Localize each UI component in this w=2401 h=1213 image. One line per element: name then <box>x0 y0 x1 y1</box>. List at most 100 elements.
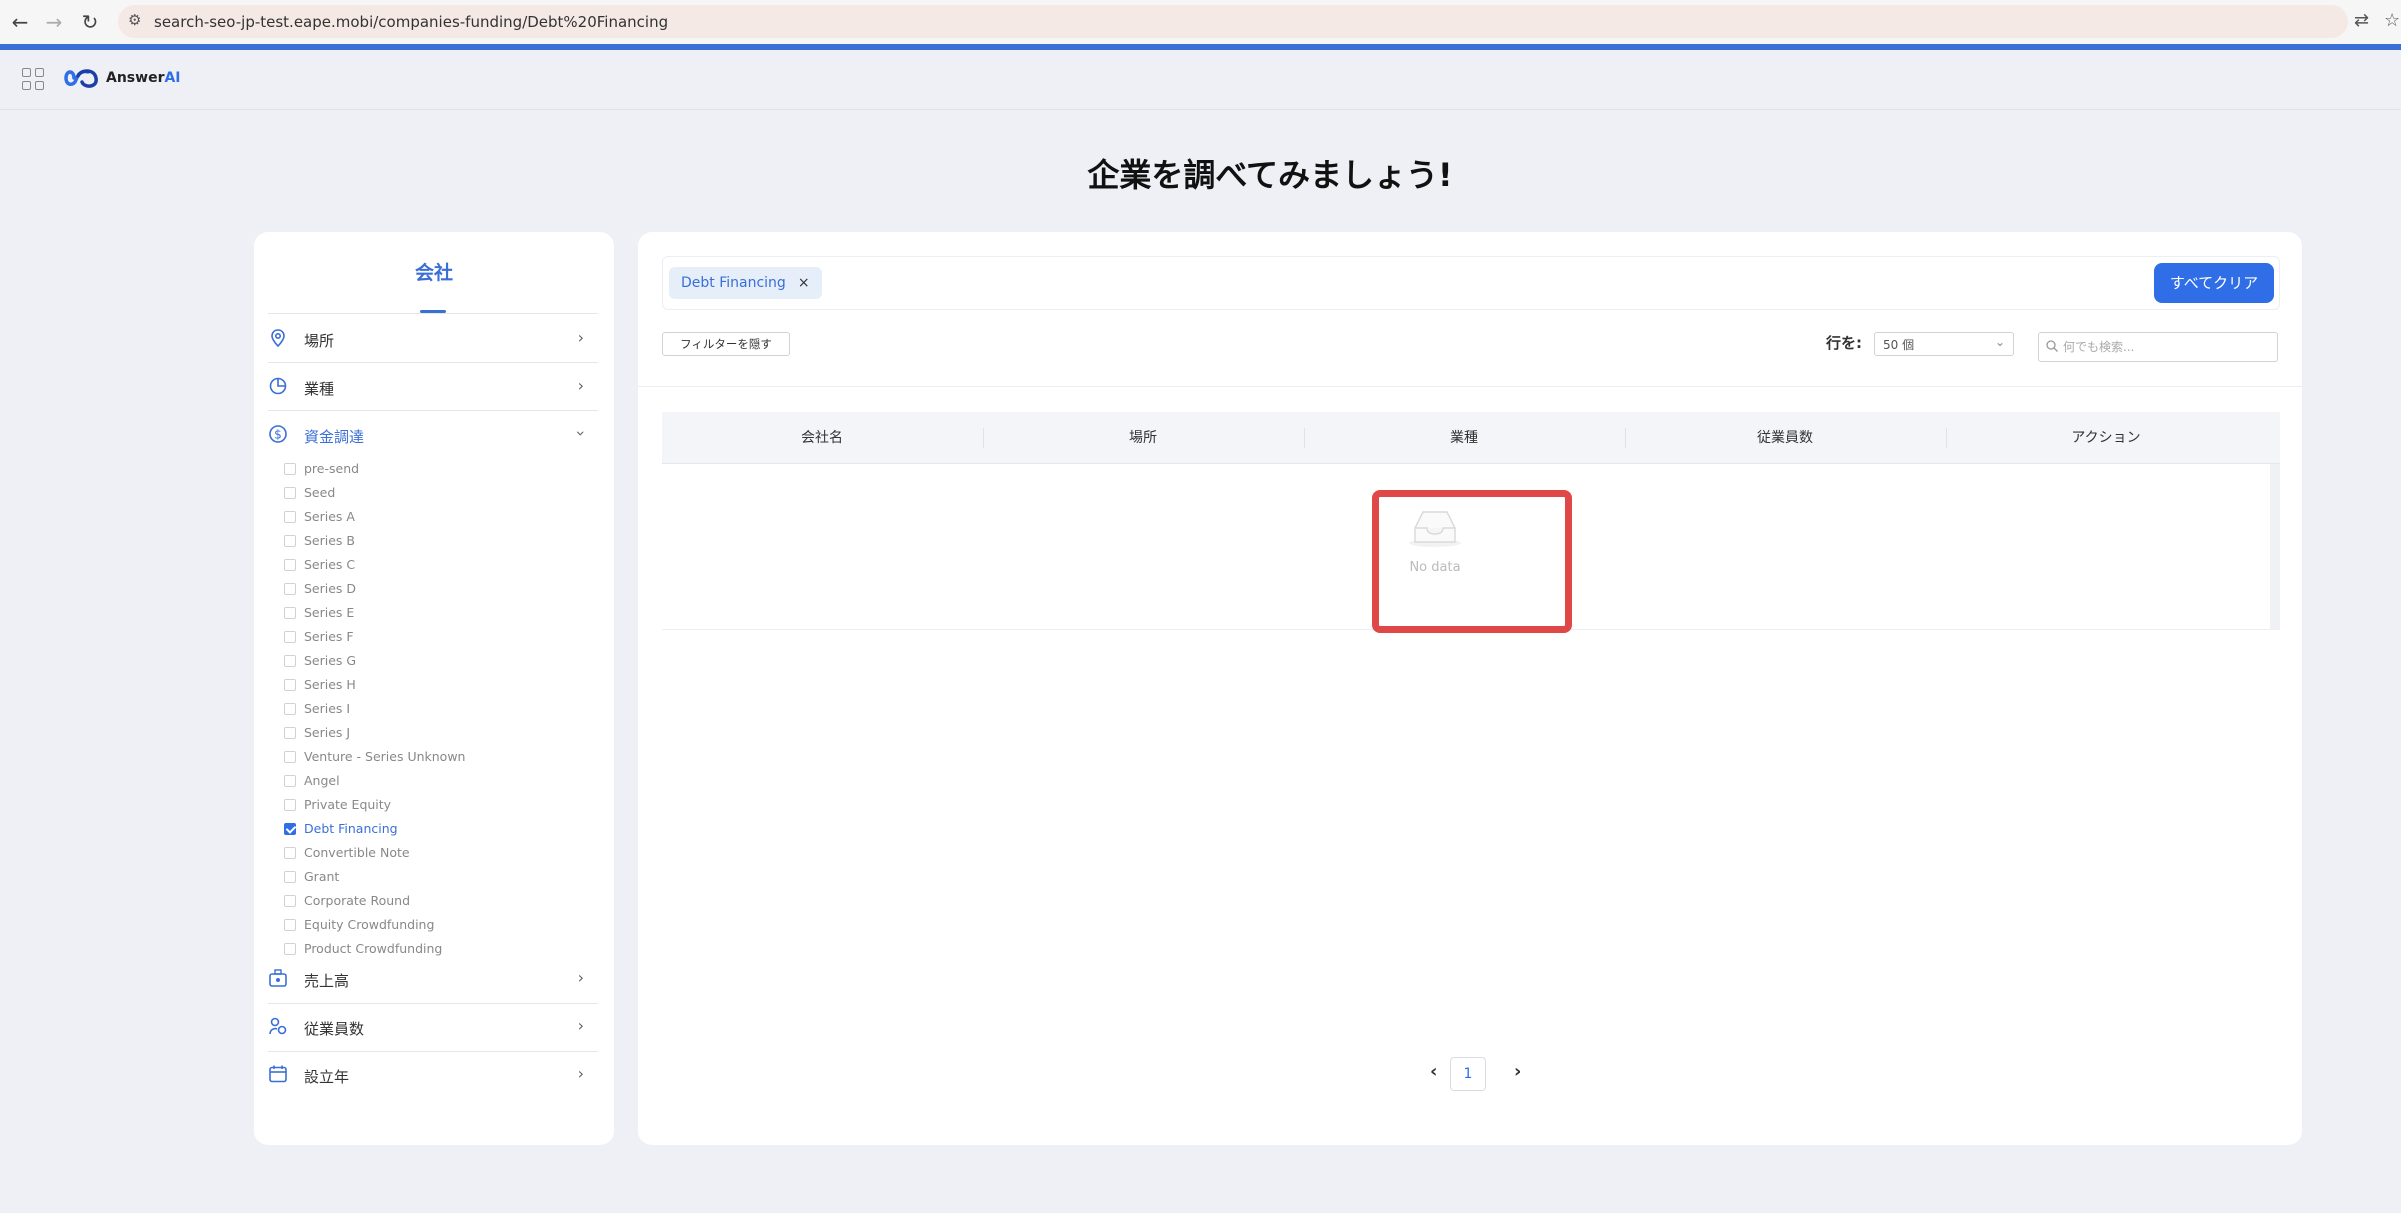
filter-sidebar: 会社 場所 › 業種 › $ 資金調達 › pre-send Seed Series… <box>254 232 614 1145</box>
clear-all-button[interactable]: すべてクリア <box>2154 263 2274 303</box>
table-scrollbar[interactable] <box>2270 464 2280 630</box>
close-icon[interactable]: × <box>798 275 810 291</box>
hide-filters-button[interactable]: フィルターを隠す <box>662 332 790 356</box>
checkbox[interactable] <box>284 799 296 811</box>
checkbox[interactable] <box>284 655 296 667</box>
checkbox[interactable] <box>284 919 296 931</box>
category-label: 場所 <box>304 332 335 350</box>
funding-option-label: Angel <box>304 773 340 788</box>
column-header-company[interactable]: 会社名 <box>662 412 982 464</box>
checkbox[interactable] <box>284 559 296 571</box>
highlight-box <box>1372 490 1572 633</box>
filter-category-employees[interactable]: 従業員数 › <box>268 1004 598 1050</box>
search-box[interactable] <box>2038 332 2278 362</box>
column-header-actions[interactable]: アクション <box>1946 412 2266 464</box>
filter-category-location[interactable]: 場所 › <box>268 316 598 362</box>
funding-option-label: Equity Crowdfunding <box>304 917 435 932</box>
funding-option-label: Private Equity <box>304 797 392 812</box>
checkbox[interactable] <box>284 751 296 763</box>
funding-option-label: Series J <box>304 725 351 740</box>
logo-text[interactable]: AnswerAI <box>106 70 181 86</box>
current-page-button[interactable]: 1 <box>1450 1057 1486 1091</box>
dollar-circle-icon: $ <box>269 425 287 443</box>
sidebar-title[interactable]: 会社 <box>254 258 614 285</box>
category-label: 資金調達 <box>304 428 365 446</box>
column-header-employees[interactable]: 従業員数 <box>1625 412 1945 464</box>
site-settings-icon[interactable]: ⚙ <box>128 11 141 29</box>
funding-option-label: Corporate Round <box>304 893 411 908</box>
funding-option-label: Series E <box>304 605 355 620</box>
funding-option-label: Series C <box>304 557 356 572</box>
search-input[interactable] <box>2063 335 2273 359</box>
checkbox[interactable] <box>284 775 296 787</box>
page-title: 企業を調べてみましょう! <box>1087 156 1453 194</box>
previous-page-icon[interactable]: ‹ <box>1430 1061 1437 1082</box>
forward-icon[interactable]: → <box>40 8 68 36</box>
address-bar[interactable]: ⚙ search-seo-jp-test.eape.mobi/companies… <box>118 5 2348 38</box>
checkbox[interactable] <box>284 463 296 475</box>
browser-toolbar: ← → ↻ ⚙ search-seo-jp-test.eape.mobi/com… <box>0 0 2401 44</box>
checkbox[interactable] <box>284 607 296 619</box>
search-icon <box>2046 340 2058 352</box>
funding-option-label: Grant <box>304 869 340 884</box>
filter-category-funding[interactable]: $ 資金調達 › <box>268 412 598 458</box>
reload-icon[interactable]: ↻ <box>76 8 104 36</box>
funding-option-label: Series H <box>304 677 356 692</box>
funding-option-label: Series D <box>304 581 357 596</box>
divider <box>268 410 598 411</box>
location-pin-icon <box>271 329 285 348</box>
cash-register-icon <box>269 969 287 987</box>
apps-grid-icon[interactable] <box>22 68 44 90</box>
answerai-logo-icon[interactable] <box>64 66 102 90</box>
back-icon[interactable]: ← <box>6 8 34 36</box>
filter-category-founded-year[interactable]: 設立年 › <box>268 1052 598 1098</box>
translate-icon[interactable]: ⇄ <box>2354 10 2369 31</box>
column-header-location[interactable]: 場所 <box>983 412 1303 464</box>
funding-option-label: Series F <box>304 629 354 644</box>
funding-option-label: Series A <box>304 509 355 524</box>
people-icon <box>269 1017 287 1035</box>
checkbox[interactable] <box>284 487 296 499</box>
svg-text:$: $ <box>274 428 282 442</box>
funding-option-label: Venture - Series Unknown <box>304 749 466 764</box>
app-header: AnswerAI <box>0 50 2401 110</box>
checkbox[interactable] <box>284 583 296 595</box>
next-page-icon[interactable]: › <box>1514 1061 1521 1082</box>
url-text: search-seo-jp-test.eape.mobi/companies-f… <box>154 13 669 31</box>
checkbox[interactable] <box>284 511 296 523</box>
table-header: 会社名 場所 業種 従業員数 アクション <box>662 412 2280 464</box>
pagination: ‹ 1 › <box>1430 1057 1530 1091</box>
results-panel: Debt Financing × すべてクリア フィルターを隠す 行を: 50 個… <box>638 232 2302 1145</box>
filter-tag-label: Debt Financing <box>681 275 786 291</box>
divider <box>268 313 598 314</box>
funding-option-label: Seed <box>304 485 336 500</box>
checkbox[interactable] <box>284 679 296 691</box>
checkbox[interactable] <box>284 703 296 715</box>
category-label: 従業員数 <box>304 1020 365 1038</box>
column-header-industry[interactable]: 業種 <box>1304 412 1624 464</box>
filter-category-revenue[interactable]: 売上高 › <box>268 956 598 1002</box>
bookmark-star-icon[interactable]: ☆ <box>2384 10 2400 31</box>
funding-option-label: Series I <box>304 701 351 716</box>
checkbox[interactable] <box>284 631 296 643</box>
checkbox[interactable] <box>284 823 296 835</box>
filter-tag[interactable]: Debt Financing × <box>669 267 822 299</box>
checkbox[interactable] <box>284 943 296 955</box>
calendar-icon <box>269 1065 287 1083</box>
funding-option-label: pre-send <box>304 461 360 476</box>
active-filters-bar: Debt Financing × すべてクリア <box>662 256 2280 310</box>
funding-option-label: Series B <box>304 533 355 548</box>
category-label: 設立年 <box>304 1068 350 1086</box>
checkbox[interactable] <box>284 727 296 739</box>
chevron-down-icon: ⌄ <box>1994 335 2005 349</box>
rows-per-page-value: 50 個 <box>1883 338 1915 352</box>
checkbox[interactable] <box>284 535 296 547</box>
checkbox[interactable] <box>284 895 296 907</box>
pie-chart-icon <box>269 377 287 395</box>
checkbox[interactable] <box>284 871 296 883</box>
category-label: 売上高 <box>304 972 350 990</box>
checkbox[interactable] <box>284 847 296 859</box>
filter-category-industry[interactable]: 業種 › <box>268 364 598 410</box>
chevron-right-icon: › <box>577 1016 584 1035</box>
rows-per-page-select[interactable]: 50 個 ⌄ <box>1874 332 2014 356</box>
